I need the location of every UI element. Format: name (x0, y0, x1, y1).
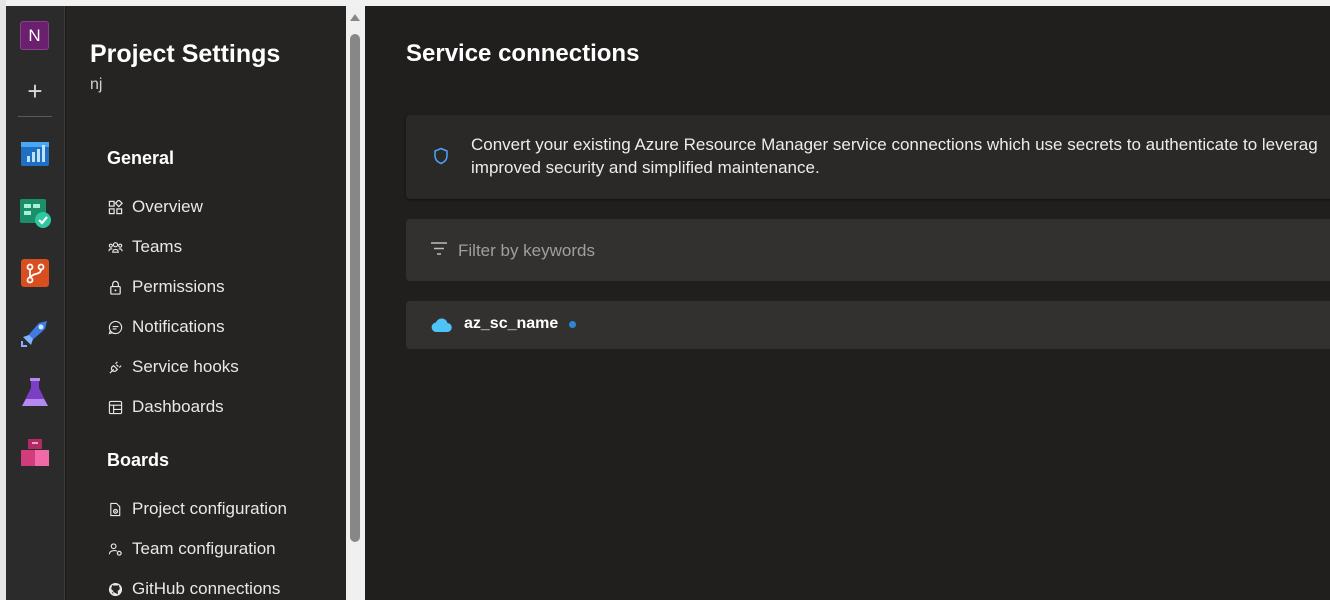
app-rail: N + (6, 6, 65, 600)
test-plans-icon[interactable] (18, 376, 52, 410)
service-connection-name[interactable]: az_sc_name (464, 315, 558, 333)
github-icon (106, 580, 124, 598)
overview-icon (106, 198, 124, 216)
sidebar-item-github-connections[interactable]: GitHub connections (106, 575, 336, 600)
artifacts-icon[interactable] (18, 436, 52, 470)
shield-icon (434, 147, 448, 165)
sidebar-item-teams[interactable]: Teams (106, 233, 336, 261)
chat-icon (106, 318, 124, 336)
rail-divider (18, 116, 52, 117)
scroll-thumb[interactable] (350, 34, 360, 542)
sidebar-item-label: Project configuration (132, 499, 287, 518)
sidebar-item-label: GitHub connections (132, 579, 281, 598)
filter-icon (431, 242, 447, 255)
new-project-button[interactable]: + (20, 76, 50, 106)
main-title: Service connections (406, 40, 640, 67)
sidebar-item-dashboards[interactable]: Dashboards (106, 393, 336, 421)
lock-icon (106, 278, 124, 296)
sidebar-scrollbar[interactable] (346, 6, 365, 600)
sidebar-item-overview[interactable]: Overview (106, 193, 336, 221)
sidebar-item-label: Notifications (132, 317, 225, 336)
org-avatar[interactable]: N (20, 21, 49, 50)
org-initial: N (28, 25, 41, 45)
sidebar-item-permissions[interactable]: Permissions (106, 273, 336, 301)
filter-input[interactable] (458, 237, 1058, 265)
plug-icon (106, 358, 124, 376)
banner-line-1: Convert your existing Azure Resource Man… (471, 135, 1318, 154)
project-name: nj (90, 76, 103, 93)
section-general-header: General (107, 148, 175, 168)
banner-text: Convert your existing Azure Resource Man… (471, 133, 1330, 179)
pipelines-icon[interactable] (18, 316, 52, 350)
repos-icon[interactable] (18, 256, 52, 290)
sidebar-item-label: Team configuration (132, 539, 276, 558)
scroll-up-arrow-icon[interactable] (350, 14, 360, 21)
sidebar-item-project-configuration[interactable]: Project configuration (106, 495, 336, 523)
main-content: Service connections Convert your existin… (365, 6, 1330, 600)
section-boards-header: Boards (107, 450, 170, 470)
sidebar-item-label: Service hooks (132, 357, 239, 376)
people-gear-icon (106, 540, 124, 558)
sidebar-item-notifications[interactable]: Notifications (106, 313, 336, 341)
sidebar-item-label: Overview (132, 197, 203, 216)
status-dot (569, 321, 576, 328)
dashboard-icon (106, 398, 124, 416)
boards-icon[interactable] (18, 196, 52, 230)
overview-icon[interactable] (18, 136, 52, 170)
sidebar-item-team-configuration[interactable]: Team configuration (106, 535, 336, 563)
banner-line-2: improved security and simplified mainten… (471, 158, 820, 177)
doc-gear-icon (106, 500, 124, 518)
info-banner: Convert your existing Azure Resource Man… (406, 115, 1330, 199)
filter-bar (406, 219, 1330, 281)
service-connection-row[interactable]: az_sc_name (406, 301, 1330, 349)
cloud-icon (431, 318, 452, 333)
sidebar-item-label: Teams (132, 237, 183, 256)
settings-sidebar: Project Settings nj General Overview Tea… (66, 6, 346, 600)
teams-icon (106, 238, 124, 256)
sidebar-item-service-hooks[interactable]: Service hooks (106, 353, 336, 381)
sidebar-item-label: Permissions (132, 277, 225, 296)
sidebar-item-label: Dashboards (132, 397, 224, 416)
page-title: Project Settings (90, 40, 281, 68)
